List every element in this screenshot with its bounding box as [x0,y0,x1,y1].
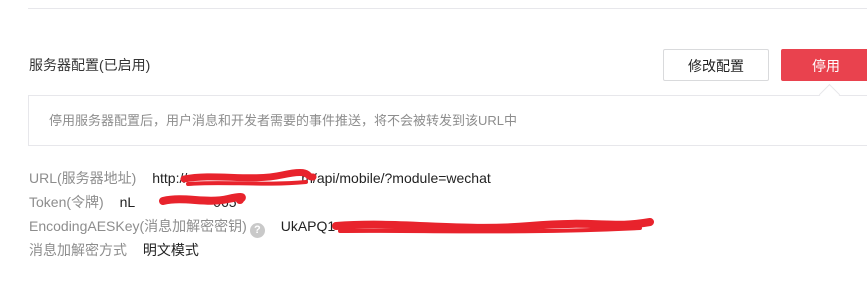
encrypt-mode-label: 消息加解密方式 [29,242,127,258]
aes-key-value-prefix: UkAPQ1 [280,218,336,234]
section-title: 服务器配置(已启用) [29,57,151,73]
token-label: Token(令牌) [29,194,104,210]
question-icon[interactable]: ? [249,223,265,238]
url-row: URL(服务器地址) http:// m/api/mobile/?module=w… [29,168,491,188]
token-value-prefix: nL [119,194,136,210]
token-row: Token(令牌) nL 065 [29,192,237,212]
tip-text: 停用服务器配置后，用户消息和开发者需要的事件推送，将不会被转发到该URL中 [49,113,518,128]
url-label: URL(服务器地址) [29,170,137,186]
aes-key-redaction-stroke [332,218,654,232]
aes-key-redaction-stroke-2 [338,226,642,234]
token-value-suffix: 065 [213,194,237,210]
top-divider [28,8,867,9]
url-value-prefix: http:// [152,170,188,186]
aes-key-label: EncodingAESKey(消息加解密密钥) [29,218,247,234]
aes-key-row: EncodingAESKey(消息加解密密钥)? UkAPQ1 [29,216,335,238]
disable-button[interactable]: 停用 [781,49,867,81]
encrypt-mode-row: 消息加解密方式 明文模式 [29,240,199,260]
modify-config-button[interactable]: 修改配置 [663,49,769,81]
encrypt-mode-value: 明文模式 [142,242,199,258]
url-value-suffix: m/api/mobile/?module=wechat [301,170,491,186]
